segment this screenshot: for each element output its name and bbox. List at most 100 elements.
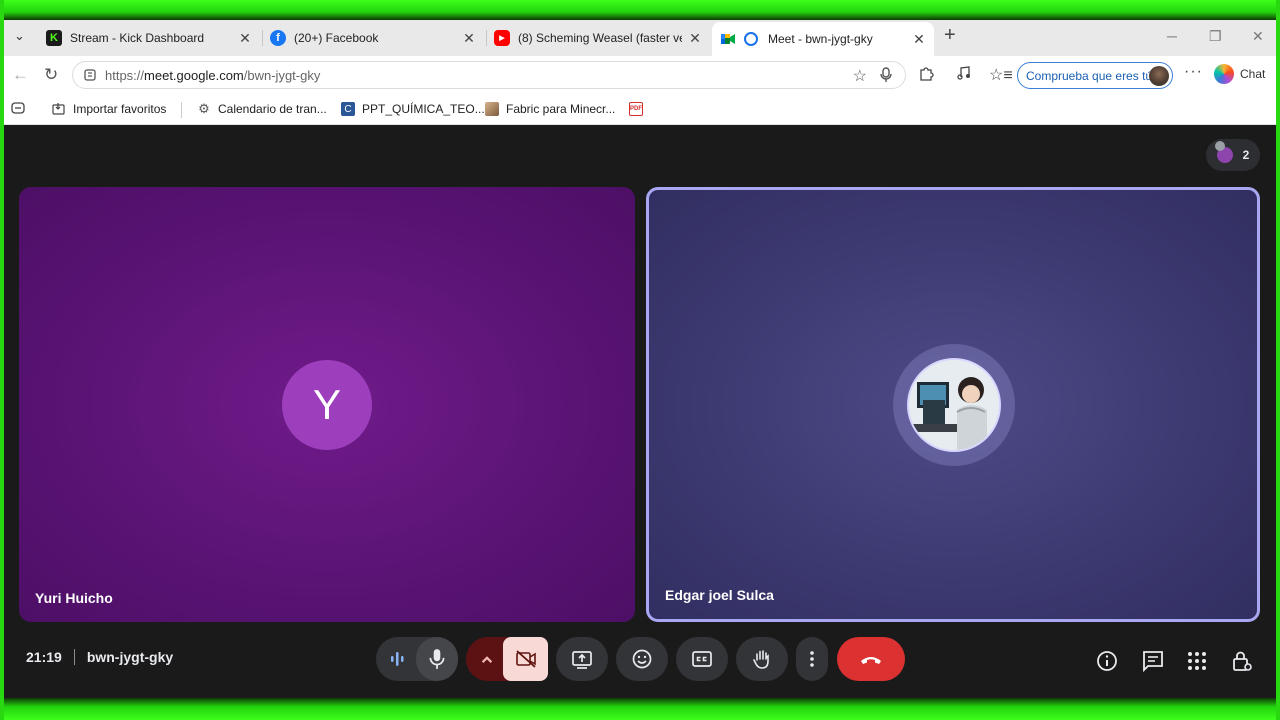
bookmark-item[interactable]: ⚙ Calendario de tran...	[197, 101, 327, 116]
avatar	[907, 358, 1001, 452]
microphone-control-group	[376, 637, 458, 681]
participant-name: Yuri Huicho	[35, 590, 113, 606]
globe-icon: ⚙	[198, 101, 210, 116]
tab-strip: ⌄ K Stream - Kick Dashboard ✕ f (20+) Fa…	[4, 20, 1276, 56]
url-text: https://meet.google.com/bwn-jygt-gky	[105, 68, 320, 83]
media-control-icon[interactable]	[956, 65, 972, 86]
reload-icon[interactable]: ↻	[44, 65, 58, 85]
bookmark-label: Calendario de tran...	[218, 102, 327, 116]
bookmark-label: PPT_QUÍMICA_TEO...	[362, 102, 485, 116]
tab-meet[interactable]: Meet - bwn-jygt-gky ✕	[712, 22, 934, 56]
bookmark-item[interactable]: Importar favoritos	[52, 102, 166, 116]
host-controls-icon[interactable]	[1230, 649, 1254, 673]
close-window-icon[interactable]: ✕	[1252, 28, 1264, 45]
more-options-button[interactable]	[796, 637, 828, 681]
camera-options-chevron-icon[interactable]	[476, 649, 498, 674]
meet-call-area: 2 Y Yuri Huicho Edgar joel Sulca 21:19 b…	[4, 125, 1276, 698]
camera-off-icon	[515, 650, 536, 668]
profile-verify-label: Comprueba que eres tú	[1026, 68, 1153, 83]
youtube-icon: ▶	[494, 30, 510, 46]
bookmark-divider	[181, 102, 182, 118]
participant-name: Edgar joel Sulca	[665, 587, 774, 603]
browser-toolbar: ← ↻ https://meet.google.com/bwn-jygt-gky…	[4, 56, 1276, 94]
facebook-icon: f	[270, 30, 286, 46]
extensions-icon[interactable]	[918, 65, 934, 86]
captions-button[interactable]	[676, 637, 728, 681]
camera-toggle-button[interactable]	[503, 637, 548, 681]
pdf-icon: PDF	[629, 102, 643, 116]
participant-count: 2	[1242, 148, 1250, 162]
url-host: meet.google.com	[144, 67, 244, 83]
tab-title: Meet - bwn-jygt-gky	[768, 32, 873, 46]
meeting-time: 21:19	[26, 649, 62, 665]
chat-label: Chat	[1240, 67, 1266, 81]
more-vert-icon	[810, 651, 814, 667]
bookmark-label: Importar favoritos	[73, 102, 167, 116]
green-glow-border-right	[1276, 0, 1280, 720]
site-info-icon[interactable]	[83, 68, 97, 82]
meeting-details-icon[interactable]	[1095, 649, 1119, 673]
microphone-button[interactable]	[416, 637, 458, 681]
back-icon[interactable]: ←	[12, 65, 29, 85]
tab-kick[interactable]: K Stream - Kick Dashboard ✕	[38, 24, 260, 52]
fabric-icon	[485, 102, 499, 116]
bookmark-item[interactable]: C PPT_QUÍMICA_TEO...	[341, 102, 485, 116]
divider	[73, 649, 75, 665]
captions-icon	[692, 651, 712, 667]
participant-tile-edgar[interactable]: Edgar joel Sulca	[646, 187, 1260, 622]
restore-icon[interactable]: ❐	[1209, 28, 1222, 45]
browser-window: ⌄ K Stream - Kick Dashboard ✕ f (20+) Fa…	[4, 20, 1276, 125]
emoji-icon	[632, 649, 652, 669]
tab-youtube[interactable]: ▶ (8) Scheming Weasel (faster version ✕	[486, 24, 710, 52]
bookmark-label: Fabric para Minecr...	[506, 102, 616, 116]
microphone-in-use-icon[interactable]	[879, 67, 893, 88]
address-bar[interactable]: https://meet.google.com/bwn-jygt-gky ☆	[72, 61, 906, 89]
green-glow-border-top	[0, 0, 1280, 20]
copilot-icon	[1214, 64, 1234, 84]
activities-icon[interactable]	[1185, 649, 1209, 673]
participant-count-button[interactable]: 2	[1206, 139, 1260, 171]
tab-title: Stream - Kick Dashboard	[70, 31, 205, 45]
favorite-star-icon[interactable]: ☆	[853, 66, 867, 86]
url-prefix: https://	[105, 67, 145, 83]
url-path: /bwn-jygt-gky	[243, 67, 321, 83]
audio-playing-icon	[744, 32, 758, 46]
camera-control-group	[466, 637, 548, 681]
meeting-code: bwn-jygt-gky	[86, 649, 174, 665]
doc-icon: C	[341, 102, 355, 116]
reactions-button[interactable]	[616, 637, 668, 681]
close-tab-icon[interactable]: ✕	[912, 31, 926, 48]
tab-title: (8) Scheming Weasel (faster version	[518, 31, 682, 45]
close-tab-icon[interactable]: ✕	[238, 30, 252, 47]
tab-facebook[interactable]: f (20+) Facebook ✕	[262, 24, 484, 52]
favorites-icon[interactable]: ☆≡	[989, 65, 1013, 85]
leave-call-button[interactable]	[837, 637, 905, 681]
raise-hand-button[interactable]	[736, 637, 788, 681]
chat-icon[interactable]	[1141, 649, 1165, 673]
participant-tile-yuri[interactable]: Y Yuri Huicho	[19, 187, 635, 622]
meeting-info: 21:19 bwn-jygt-gky	[26, 649, 173, 665]
bookmark-item[interactable]: Fabric para Minecr...	[485, 102, 615, 116]
profile-verify-button[interactable]: Comprueba que eres tú	[1017, 62, 1173, 89]
audio-level-icon[interactable]	[386, 648, 408, 675]
bookmarks-bar: Importar favoritos ⚙ Calendario de tran.…	[4, 94, 1276, 125]
more-options-icon[interactable]: ···	[1184, 63, 1203, 81]
close-tab-icon[interactable]: ✕	[462, 30, 476, 47]
green-glow-border-bottom	[0, 698, 1280, 720]
avatar: Y	[282, 360, 372, 450]
screen-frame: ⌄ K Stream - Kick Dashboard ✕ f (20+) Fa…	[0, 0, 1280, 720]
minimize-icon[interactable]: ─	[1167, 28, 1177, 44]
sidebar-toggle-icon[interactable]	[11, 102, 25, 114]
close-tab-icon[interactable]: ✕	[688, 30, 702, 47]
present-screen-icon	[572, 651, 592, 669]
import-icon	[52, 102, 66, 116]
meet-icon	[720, 31, 736, 47]
present-screen-button[interactable]	[556, 637, 608, 681]
kick-icon: K	[46, 30, 62, 46]
copilot-chat-button[interactable]: Chat	[1214, 64, 1265, 84]
bookmark-item[interactable]: PDF	[629, 102, 650, 116]
new-tab-icon[interactable]: +	[944, 24, 956, 47]
tab-list-chevron-icon[interactable]: ⌄	[14, 28, 25, 44]
avatar-initial: Y	[312, 381, 341, 428]
profile-avatar	[1149, 66, 1169, 86]
